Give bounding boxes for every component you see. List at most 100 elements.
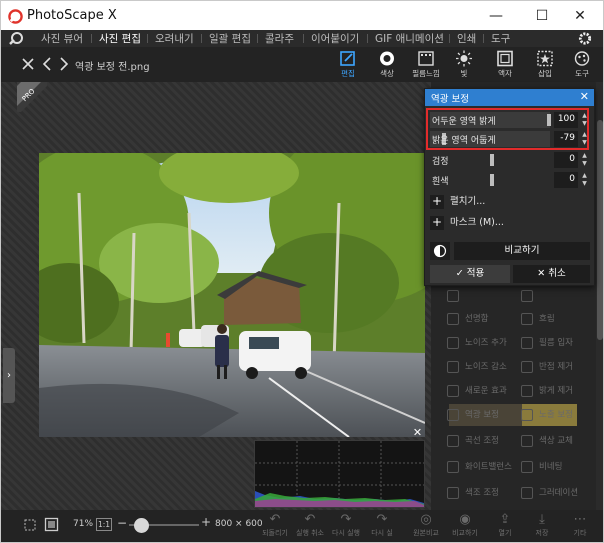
minimize-icon: — — [489, 8, 503, 24]
menu-combine[interactable]: 이어붙이기 — [311, 31, 359, 46]
effect-item[interactable]: 비네팅 — [521, 460, 562, 473]
dialog-header: 역광 보정 ✕ — [425, 89, 594, 106]
settings-gear-icon[interactable] — [577, 31, 593, 46]
effect-item[interactable]: 그러데이션 — [521, 486, 578, 499]
effect-item[interactable]: 노이즈 추가 — [447, 336, 507, 349]
cancel-button[interactable]: ✕ 취소 — [513, 265, 590, 283]
menu-cutout[interactable]: 오려내기 — [155, 31, 194, 46]
side-panel-toggle[interactable]: › — [3, 348, 15, 403]
menu-collage[interactable]: 콜라주 — [265, 31, 294, 46]
tab-color[interactable]: 색상 — [367, 50, 407, 80]
spinner-icon[interactable]: ▲ ▼ — [580, 152, 589, 168]
effect-item[interactable]: 노출 보정 — [521, 408, 573, 421]
photo-preview[interactable] — [39, 153, 425, 437]
mask-row[interactable]: + 마스크 (M)... — [430, 214, 504, 230]
apply-button[interactable]: ✓ 적용 — [430, 265, 510, 283]
undo-button[interactable]: ↶ 실행 취소 — [293, 512, 327, 538]
tab-frame[interactable]: 액자 — [485, 50, 525, 80]
slider-thumb[interactable] — [490, 154, 494, 166]
menu-gif[interactable]: GIF 애니메이션 — [375, 31, 444, 46]
save-button[interactable]: ⤓ 저장 — [525, 512, 559, 538]
slider-black[interactable]: 검정 0 ▲ ▼ — [430, 152, 590, 168]
menu-tools[interactable]: 도구 — [491, 31, 510, 46]
tab-tools-label: 도구 — [575, 69, 589, 78]
home-icon[interactable] — [8, 31, 24, 46]
original-compare-button[interactable]: ◎ 원본비교 — [409, 512, 443, 538]
menu-print[interactable]: 인쇄 — [457, 31, 476, 46]
tab-insert-label: 삽입 — [538, 69, 552, 78]
compare-toggle[interactable] — [430, 242, 450, 260]
revert-button[interactable]: ↶ 되돌리기 — [258, 512, 292, 538]
menu-photo-editor[interactable]: 사진 편집 — [99, 31, 141, 46]
slider-thumb[interactable] — [490, 174, 494, 186]
actual-size-button[interactable]: 1:1 — [96, 518, 112, 531]
effect-icon — [447, 336, 459, 349]
effect-item[interactable]: 역광 보정 — [447, 408, 499, 421]
effect-item[interactable] — [447, 290, 465, 302]
histogram — [254, 440, 425, 508]
tab-tools[interactable]: 도구 — [562, 50, 602, 80]
close-button[interactable]: ✕ — [557, 1, 603, 31]
panel-scrollbar-thumb[interactable] — [597, 120, 603, 340]
effect-item[interactable]: 색상 교체 — [521, 434, 573, 447]
plus-icon[interactable]: + — [430, 215, 444, 230]
save-icon: ⤓ — [539, 512, 545, 527]
effect-icon — [447, 384, 459, 397]
menu-divider — [367, 34, 368, 43]
plus-icon[interactable]: + — [430, 194, 444, 209]
zoom-in-button[interactable]: + — [201, 515, 211, 529]
effect-item[interactable]: 색조 조정 — [447, 486, 499, 499]
more-button[interactable]: ⋯ 기타 — [563, 512, 597, 538]
open-button[interactable]: ⇪ 열기 — [488, 512, 522, 538]
effect-item[interactable]: 새로운 효과 — [447, 384, 507, 397]
effect-item[interactable]: 밝게 제거 — [521, 384, 573, 397]
effect-item[interactable]: 흐림 — [521, 312, 555, 325]
compare-view-button[interactable]: ◉ 비교하기 — [448, 512, 482, 538]
effect-item[interactable]: 선명함 — [447, 312, 488, 325]
tab-film[interactable]: 필름느낌 — [406, 50, 446, 80]
film-icon — [418, 51, 434, 66]
fit-screen-icon[interactable] — [44, 517, 59, 532]
crop-fit-icon[interactable] — [23, 518, 37, 532]
spinner-icon[interactable]: ▲ ▼ — [580, 172, 589, 188]
effect-item[interactable]: 화이트밸런스 — [447, 460, 512, 473]
redo-all-button[interactable]: ↷ 다시 실 — [365, 512, 399, 538]
slider-white[interactable]: 흰색 0 ▲ ▼ — [430, 172, 590, 188]
zoom-slider-thumb[interactable] — [134, 518, 149, 533]
effect-item[interactable]: 곡선 조정 — [447, 434, 499, 447]
menu-photo-viewer[interactable]: 사진 뷰어 — [41, 31, 83, 46]
mask-label: 마스크 (M)... — [450, 217, 504, 228]
curve-label: 펼치기... — [450, 196, 486, 207]
tab-frame-label: 액자 — [498, 69, 512, 78]
redo-button[interactable]: ↷ 다시 실행 — [329, 512, 363, 538]
light-icon — [456, 50, 472, 67]
minimize-button[interactable]: — — [473, 1, 519, 31]
compare-button[interactable]: 비교하기 — [454, 242, 590, 260]
menu-batch[interactable]: 일괄 편집 — [209, 31, 251, 46]
title-bar: PhotoScape X — ☐ ✕ — [0, 0, 604, 30]
previous-icon[interactable] — [40, 57, 54, 71]
tab-edit[interactable]: 편집 — [328, 50, 368, 80]
histogram-close-icon[interactable]: ✕ — [411, 426, 424, 439]
effect-item[interactable]: 노이즈 감소 — [447, 360, 507, 373]
tab-insert[interactable]: 삽입 — [525, 50, 565, 80]
dialog-close-icon[interactable]: ✕ — [580, 90, 589, 103]
effect-item[interactable] — [521, 290, 539, 302]
slider-value[interactable]: 0 — [554, 152, 578, 168]
zoom-out-button[interactable]: − — [117, 516, 127, 530]
effect-icon — [447, 290, 459, 302]
curve-row[interactable]: + 펼치기... — [430, 193, 485, 209]
slider-value[interactable]: 0 — [554, 172, 578, 188]
next-icon[interactable] — [57, 57, 71, 71]
tab-light[interactable]: 빛 — [444, 50, 484, 80]
effect-icon — [447, 460, 459, 473]
undo-icon: ↶ — [304, 512, 316, 527]
effect-icon — [521, 384, 533, 397]
pro-badge: PRO — [17, 82, 47, 112]
zoom-level: 71% — [73, 519, 94, 529]
image-dimensions: 800 × 600 — [215, 519, 263, 529]
slider-label: 검정 — [432, 157, 449, 167]
effect-item[interactable]: 필름 입자 — [521, 336, 573, 349]
close-file-icon[interactable] — [21, 57, 35, 71]
effect-item[interactable]: 반점 제거 — [521, 360, 573, 373]
